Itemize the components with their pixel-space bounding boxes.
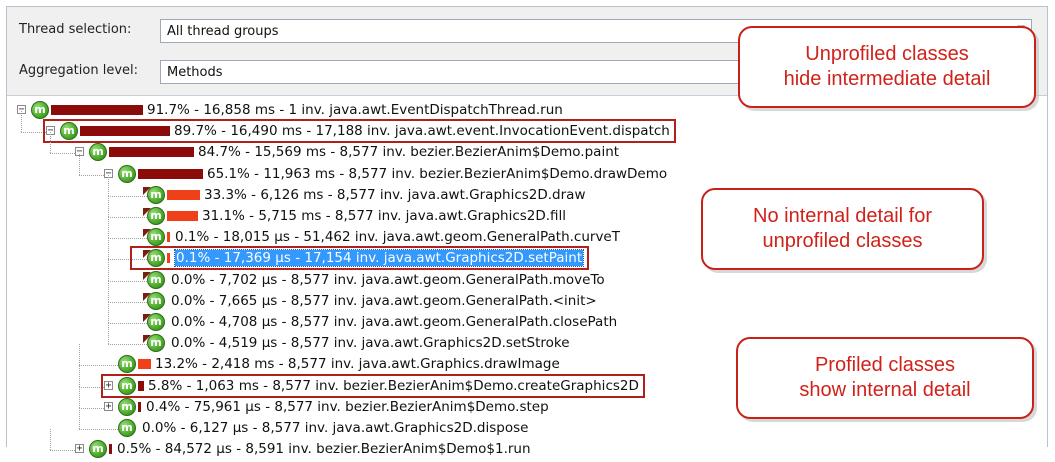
highlight-box bbox=[101, 373, 645, 398]
tree-connector bbox=[108, 196, 109, 217]
highlight-box bbox=[43, 119, 676, 144]
hotspot-marker-icon bbox=[143, 186, 151, 195]
tree-row-text: 13.2% - 2,418 ms - 8,577 inv. java.awt.G… bbox=[155, 356, 560, 373]
tree-connector bbox=[108, 302, 109, 323]
hotspot-marker-icon bbox=[143, 335, 151, 344]
hotspot-marker-icon bbox=[143, 292, 151, 301]
highlight-box bbox=[130, 246, 590, 271]
tree-row-text: 65.1% - 11,963 ms - 8,577 inv. bezier.Be… bbox=[207, 165, 668, 182]
tree-connector bbox=[79, 153, 80, 175]
callout-line: Unprofiled classes bbox=[805, 43, 969, 65]
tree-connector bbox=[79, 365, 80, 387]
tree-row-text: 0.0% - 4,708 µs - 8,577 inv. java.awt.ge… bbox=[171, 314, 618, 330]
method-icon: m bbox=[118, 419, 136, 437]
tree-connector bbox=[108, 323, 109, 345]
callout-profiled-classes: Profiled classes show internal detail bbox=[715, 337, 1034, 419]
expand-toggle[interactable]: + bbox=[104, 401, 113, 411]
tree-row-text: 84.7% - 15,569 ms - 8,577 inv. bezier.Be… bbox=[198, 144, 620, 161]
tree-connector bbox=[79, 365, 118, 367]
method-icon: m bbox=[89, 440, 107, 459]
tree-row-text: 0.0% - 7,702 µs - 8,577 inv. java.awt.ge… bbox=[171, 271, 605, 288]
method-icon: m bbox=[118, 355, 136, 374]
tree-connector bbox=[108, 301, 147, 303]
thread-selection-value: All thread groups bbox=[167, 23, 279, 39]
time-bar bbox=[51, 105, 143, 115]
tree-connector bbox=[108, 323, 147, 324]
callout-line: No internal detail for bbox=[753, 205, 932, 227]
hotspot-marker-icon bbox=[143, 271, 151, 280]
tree-connector bbox=[79, 407, 104, 409]
thread-selection-label: Thread selection: bbox=[19, 22, 132, 37]
callout-line: unprofiled classes bbox=[762, 230, 923, 252]
callout-no-internal-detail: No internal detail for unprofiled classe… bbox=[652, 188, 984, 270]
tree-row-text: 0.0% - 6,127 µs - 8,577 inv. java.awt.Gr… bbox=[142, 420, 529, 436]
method-icon: m bbox=[118, 164, 136, 183]
aggregation-level-value: Methods bbox=[167, 64, 223, 80]
tree-row[interactable]: + m 0.5% - 84,572 µs - 8,591 inv. bezier.B… bbox=[7, 429, 1047, 462]
tree-row-text: 0.5% - 84,572 µs - 8,591 inv. bezier.Bez… bbox=[117, 441, 531, 458]
tree-connector bbox=[50, 153, 75, 155]
tree-connector bbox=[79, 174, 104, 176]
tree-connector bbox=[108, 238, 147, 240]
callout-line: show internal detail bbox=[799, 379, 971, 401]
tree-connector bbox=[108, 280, 109, 302]
tree-connector bbox=[108, 280, 147, 282]
tree-connector bbox=[108, 217, 147, 218]
hotspot-marker-icon bbox=[143, 314, 151, 322]
method-icon: m bbox=[89, 143, 107, 162]
callout-line: hide intermediate detail bbox=[783, 68, 991, 90]
time-bar bbox=[138, 168, 203, 179]
tree-connector bbox=[21, 111, 22, 133]
tree-row-text: 0.0% - 7,665 µs - 8,577 inv. java.awt.ge… bbox=[171, 292, 597, 309]
tree-row-text: 91.7% - 16,858 ms - 1 inv. java.awt.Even… bbox=[147, 102, 563, 118]
tree-row-text: 0.0% - 4,519 µs - 8,577 inv. java.awt.Gr… bbox=[171, 335, 570, 352]
time-bar bbox=[167, 232, 170, 243]
tree-row-text: 31.1% - 5,715 ms - 8,577 inv. java.awt.G… bbox=[202, 208, 567, 224]
hotspot-marker-icon bbox=[143, 229, 151, 238]
method-icon: m bbox=[118, 397, 136, 416]
callout-line: Profiled classes bbox=[814, 354, 956, 376]
time-bar bbox=[109, 147, 194, 158]
callout-unprofiled-classes: Unprofiled classes hide intermediate det… bbox=[709, 26, 1036, 127]
time-bar bbox=[167, 211, 198, 221]
hotspot-marker-icon bbox=[143, 208, 151, 216]
tree-connector bbox=[108, 259, 109, 281]
tree-connector bbox=[79, 408, 80, 429]
tree-connector bbox=[79, 429, 118, 430]
tree-connector bbox=[108, 238, 109, 260]
tree-connector bbox=[79, 344, 80, 366]
tree-connector bbox=[50, 429, 51, 451]
tree-connector bbox=[108, 217, 109, 239]
tree-connector bbox=[108, 344, 147, 346]
tree-connector bbox=[108, 174, 109, 196]
tree-row-text: 0.1% - 18,015 µs - 51,462 inv. java.awt.… bbox=[175, 229, 620, 246]
tree-connector bbox=[108, 195, 147, 197]
tree-row-text: 0.4% - 75,961 µs - 8,577 inv. bezier.Bez… bbox=[146, 398, 549, 415]
tree-connector bbox=[79, 386, 80, 408]
time-bar bbox=[138, 359, 151, 370]
tree-connector bbox=[50, 132, 51, 154]
time-bar bbox=[167, 189, 200, 200]
tree-row-text: 33.3% - 6,126 ms - 8,577 inv. java.awt.G… bbox=[204, 186, 586, 203]
time-bar bbox=[138, 401, 141, 412]
aggregation-level-label: Aggregation level: bbox=[19, 63, 138, 78]
method-icon: m bbox=[31, 101, 49, 119]
tree-connector bbox=[50, 450, 75, 452]
